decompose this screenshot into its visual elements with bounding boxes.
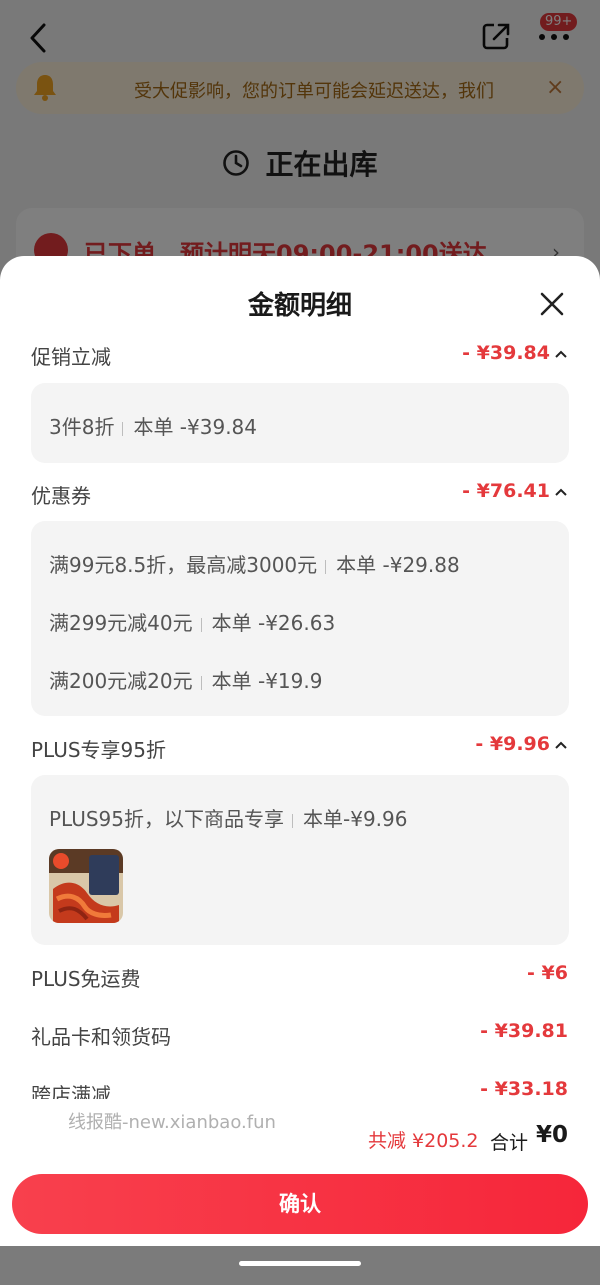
coupon-label: 优惠券 [31,484,91,508]
detail-name: 满99元8.5折，最高减3000元 [49,553,318,577]
plus-amount-toggle[interactable]: - ¥9.96 [475,733,568,755]
separator [325,559,327,574]
chevron-up-icon [555,488,567,496]
detail-line: 满99元8.5折，最高减3000元 本单 -¥29.88 [49,549,460,578]
detail-name: 3件8折 [49,415,115,439]
home-indicator[interactable] [239,1261,361,1266]
detail-value: 本单 -¥29.88 [336,553,460,577]
coupon-amount: - ¥76.41 [462,480,550,502]
detail-line: 满299元减40元 本单 -¥26.63 [49,607,335,636]
plus-amount: - ¥9.96 [475,733,550,755]
gift-card-amount: - ¥39.81 [480,1020,568,1042]
confirm-button[interactable]: 确认 [12,1174,588,1234]
cross-store-amount: - ¥33.18 [480,1078,568,1100]
chevron-up-icon [555,741,567,749]
detail-line: PLUS95折，以下商品专享 本单-¥9.96 [49,803,407,832]
separator [200,675,202,690]
product-image [49,849,123,923]
chevron-up-icon [555,350,567,358]
sheet-title: 金额明细 [247,291,352,321]
detail-value: 本单 -¥19.9 [211,669,323,693]
detail-name: 满200元减20元 [49,669,193,693]
separator [292,813,293,828]
plus-shipping-label: PLUS免运费 [31,967,141,991]
detail-name: 满299元减40元 [49,611,193,635]
gift-card-label: 礼品卡和领货码 [31,1025,171,1049]
total-label: 合计 [490,1132,529,1154]
plus-discount-label: PLUS专享95折 [31,738,166,762]
separator [200,617,202,632]
total-discount: 共减 ¥205.2 [368,1130,479,1152]
detail-line: 3件8折 本单 -¥39.84 [49,411,257,440]
detail-value: 本单-¥9.96 [303,807,408,831]
product-thumbnail[interactable] [49,849,123,923]
watermark-text: 线报酷-new.xianbao.fun [68,1112,276,1133]
close-icon[interactable] [538,290,566,318]
detail-name: PLUS95折，以下商品专享 [49,807,284,831]
plus-shipping-amount: - ¥6 [527,962,568,984]
promo-amount: - ¥39.84 [462,342,550,364]
total-value: ¥0 [536,1122,569,1148]
detail-line: 满200元减20元 本单 -¥19.9 [49,665,322,694]
promo-amount-toggle[interactable]: - ¥39.84 [462,342,568,364]
detail-value: 本单 -¥26.63 [211,611,336,635]
coupon-amount-toggle[interactable]: - ¥76.41 [462,480,568,502]
separator [122,421,124,436]
detail-value: 本单 -¥39.84 [133,415,258,439]
promo-label: 促销立减 [31,345,111,369]
